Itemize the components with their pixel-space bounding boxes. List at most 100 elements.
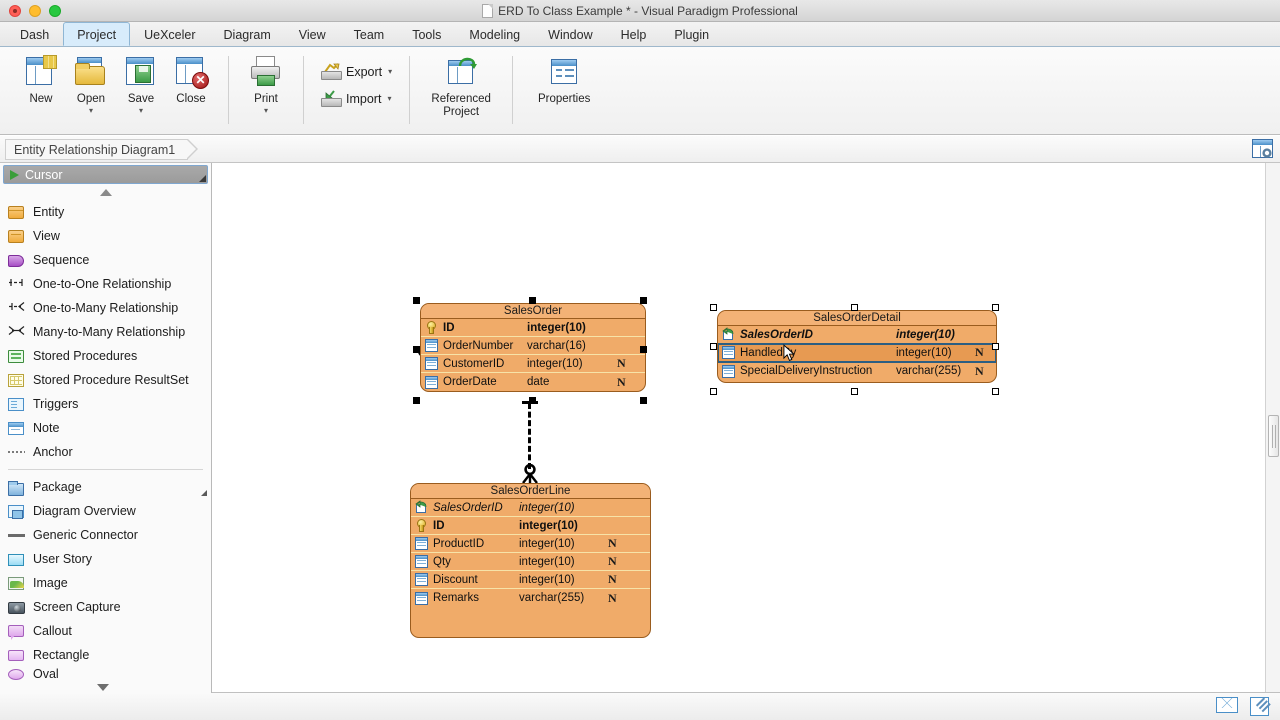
export-icon (321, 63, 340, 80)
attribute-name: Discount (433, 574, 478, 586)
resize-handle[interactable] (413, 297, 420, 304)
palette-item-image[interactable]: Image (0, 571, 211, 595)
attribute-row[interactable]: Qty integer(10) N (411, 553, 650, 571)
entity-salesorderdetail[interactable]: SalesOrderDetail SalesOrderID integer(10… (717, 310, 997, 383)
resize-handle[interactable] (851, 388, 858, 395)
attribute-row[interactable]: SalesOrderID integer(10) (718, 326, 996, 344)
diagram-canvas[interactable]: SalesOrder ID integer(10) OrderNumber va… (212, 163, 1280, 693)
open-dropdown-chevron-icon[interactable]: ▾ (89, 107, 93, 115)
palette-item-many-to-many-relationship[interactable]: Many-to-Many Relationship (0, 320, 211, 344)
resize-handle[interactable] (529, 397, 536, 404)
resize-handle[interactable] (851, 304, 858, 311)
palette-item-user-story[interactable]: User Story (0, 547, 211, 571)
diagram-properties-icon[interactable] (1252, 139, 1274, 159)
resize-handle[interactable] (640, 397, 647, 404)
save-disk-icon (124, 56, 158, 88)
import-dropdown-chevron-icon[interactable]: ▾ (387, 95, 391, 103)
palette-item-view[interactable]: View (0, 224, 211, 248)
attribute-name: Qty (433, 556, 451, 568)
palette-item-rectangle[interactable]: Rectangle (0, 643, 211, 667)
print-button[interactable]: Print ▾ (241, 50, 291, 115)
message-icon[interactable] (1216, 697, 1238, 716)
resize-handle[interactable] (529, 297, 536, 304)
palette-item-one-to-many-relationship[interactable]: One-to-Many Relationship (0, 296, 211, 320)
canvas-vertical-scrollbar[interactable] (1265, 163, 1280, 693)
close-button-label: Close (176, 93, 205, 106)
attribute-row[interactable]: Remarks varchar(255) N (411, 589, 650, 607)
menu-tab-plugin[interactable]: Plugin (660, 22, 723, 46)
palette-item-note[interactable]: Note (0, 416, 211, 440)
resize-handle[interactable] (640, 297, 647, 304)
properties-button[interactable]: Properties (525, 50, 603, 106)
open-button[interactable]: Open ▾ (66, 50, 116, 115)
attribute-type: varchar(255) (896, 365, 961, 377)
scroll-up-arrow-icon[interactable] (0, 184, 211, 200)
palette-item-oval[interactable]: Oval (0, 667, 211, 681)
resize-handle[interactable] (992, 388, 999, 395)
entity-salesorderline[interactable]: SalesOrderLine SalesOrderID integer(10) … (410, 483, 651, 638)
palette-item-diagram-overview[interactable]: Diagram Overview (0, 499, 211, 523)
scroll-down-arrow-icon[interactable] (0, 684, 205, 691)
attribute-row-handledby[interactable]: HandledBy integer(10) N (718, 344, 996, 362)
palette-item-generic-connector[interactable]: Generic Connector (0, 523, 211, 547)
attribute-row[interactable]: CustomerID integer(10) N (421, 355, 645, 373)
palette-item-stored-procedures[interactable]: Stored Procedures (0, 344, 211, 368)
attribute-name: CustomerID (443, 358, 504, 370)
menu-tab-tools[interactable]: Tools (398, 22, 455, 46)
import-button[interactable]: Import ▾ (316, 85, 396, 112)
palette-item-package[interactable]: Package (0, 475, 211, 499)
menu-tab-project[interactable]: Project (63, 22, 130, 46)
palette-item-label: Callout (33, 624, 72, 638)
resize-handle[interactable] (710, 304, 717, 311)
resize-handle[interactable] (413, 346, 420, 353)
attribute-row[interactable]: ProductID integer(10) N (411, 535, 650, 553)
save-dropdown-chevron-icon[interactable]: ▾ (139, 107, 143, 115)
palette-item-stored-procedure-resultset[interactable]: Stored Procedure ResultSet (0, 368, 211, 392)
resize-handle[interactable] (710, 388, 717, 395)
breadcrumb-item-diagram[interactable]: Entity Relationship Diagram1 (5, 139, 188, 160)
palette-item-sequence[interactable]: Sequence (0, 248, 211, 272)
menu-tab-team[interactable]: Team (340, 22, 399, 46)
menu-tab-dash[interactable]: Dash (6, 22, 63, 46)
palette-item-one-to-one-relationship[interactable]: One-to-One Relationship (0, 272, 211, 296)
export-button[interactable]: Export ▾ (316, 58, 397, 85)
callout-icon (8, 624, 25, 639)
note-edit-icon[interactable] (1250, 697, 1272, 716)
referenced-project-button[interactable]: Referenced Project (422, 50, 500, 119)
menu-tab-uexceler[interactable]: UeXceler (130, 22, 209, 46)
window-title-group: ERD To Class Example * - Visual Paradigm… (0, 4, 1280, 18)
palette-item-entity[interactable]: Entity (0, 200, 211, 224)
resize-handle[interactable] (992, 304, 999, 311)
save-button[interactable]: Save ▾ (116, 50, 166, 115)
attribute-row[interactable]: SalesOrderID integer(10) (411, 499, 650, 517)
new-button[interactable]: New (16, 50, 66, 106)
attribute-name: ProductID (433, 538, 484, 550)
scrollbar-thumb[interactable] (1268, 415, 1279, 457)
palette-expander-icon[interactable] (201, 490, 207, 496)
palette-item-screen-capture[interactable]: Screen Capture (0, 595, 211, 619)
resize-handle[interactable] (710, 343, 717, 350)
palette-item-triggers[interactable]: Triggers (0, 392, 211, 416)
attribute-row[interactable]: OrderNumber varchar(16) (421, 337, 645, 355)
menu-tab-view[interactable]: View (285, 22, 340, 46)
print-dropdown-chevron-icon[interactable]: ▾ (264, 107, 268, 115)
attribute-row[interactable]: ID integer(10) (421, 319, 645, 337)
attribute-row[interactable]: SpecialDeliveryInstruction varchar(255) … (718, 362, 996, 380)
export-dropdown-chevron-icon[interactable]: ▾ (388, 68, 392, 76)
menu-tab-help[interactable]: Help (607, 22, 661, 46)
primary-key-icon (415, 519, 428, 532)
attribute-row[interactable]: OrderDate date N (421, 373, 645, 391)
palette-item-anchor[interactable]: Anchor (0, 440, 211, 464)
palette-item-callout[interactable]: Callout (0, 619, 211, 643)
resize-handle[interactable] (413, 397, 420, 404)
menu-tab-window[interactable]: Window (534, 22, 606, 46)
palette-header-cursor[interactable]: Cursor (3, 165, 208, 184)
close-button[interactable]: ✕ Close (166, 50, 216, 106)
attribute-row[interactable]: ID integer(10) (411, 517, 650, 535)
resize-handle[interactable] (640, 346, 647, 353)
attribute-row[interactable]: Discount integer(10) N (411, 571, 650, 589)
menu-tab-diagram[interactable]: Diagram (210, 22, 285, 46)
menu-tab-modeling[interactable]: Modeling (455, 22, 534, 46)
entity-salesorder[interactable]: SalesOrder ID integer(10) OrderNumber va… (420, 303, 646, 392)
resize-handle[interactable] (992, 343, 999, 350)
